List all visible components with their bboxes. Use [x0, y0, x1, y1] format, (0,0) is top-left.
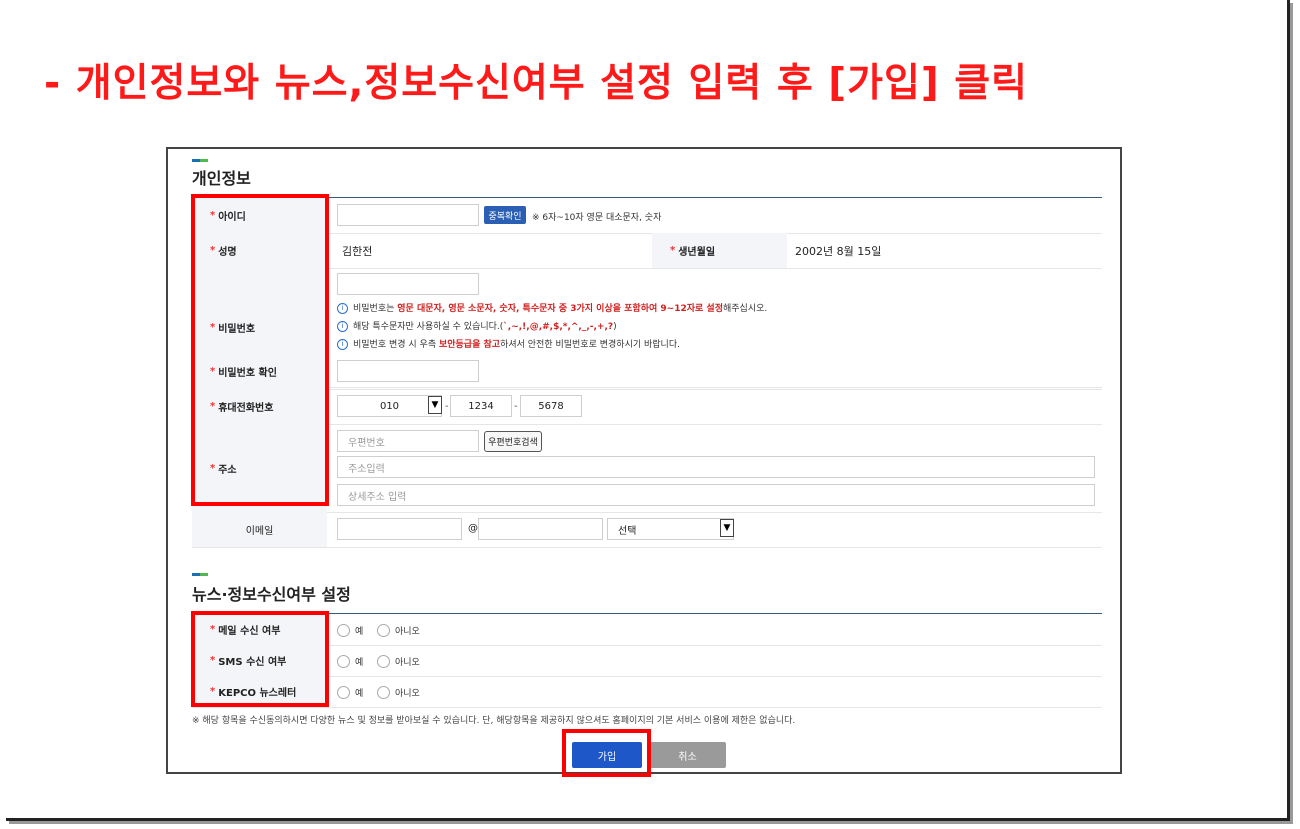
email-row: 이메일 @ 선택 ▼ — [192, 512, 1102, 548]
password-hint-3: i 비밀번호 변경 시 우측 보안등급을 참고하셔서 안전한 비밀번호로 변경하시… — [337, 337, 680, 350]
dash: - — [514, 401, 518, 412]
email-domain-input[interactable] — [478, 518, 603, 540]
newsletter-no-radio[interactable]: 아니오 — [377, 686, 420, 699]
section-marker — [192, 573, 208, 576]
highlight-news-settings-fields — [191, 611, 329, 707]
mail-no-radio[interactable]: 아니오 — [377, 624, 420, 637]
password-hint-2: i 해당 특수문자만 사용하실 수 있습니다.(`,~,!,@,#,$,*,^,_… — [337, 319, 617, 332]
zipcode-search-button[interactable]: 우편번호검색 — [484, 431, 542, 452]
newsletter-yes-radio[interactable]: 예 — [337, 686, 363, 699]
section-marker — [192, 159, 208, 162]
phone-prefix-select[interactable]: 010 — [337, 395, 442, 417]
info-icon: i — [337, 321, 348, 332]
address-detail-input[interactable]: 상세주소 입력 — [337, 484, 1095, 506]
info-icon: i — [337, 303, 348, 314]
email-label: 이메일 — [192, 512, 327, 547]
phone-last-input[interactable]: 5678 — [520, 395, 582, 417]
password-hint-1: i 비밀번호는 영문 대문자, 영문 소문자, 숫자, 특수문자 중 3가지 이상… — [337, 301, 767, 314]
consent-note: ※ 해당 항목을 수신동의하시면 다양한 뉴스 및 정보를 받아보실 수 있습니… — [192, 716, 796, 726]
cancel-button[interactable]: 취소 — [649, 742, 726, 768]
duplicate-check-button[interactable]: 중복확인 — [484, 206, 526, 224]
birth-value: 2002년 8월 15일 — [795, 245, 882, 258]
birth-label: * 생년월일 — [652, 233, 787, 268]
chevron-down-icon[interactable]: ▼ — [428, 396, 442, 414]
mail-yes-radio[interactable]: 예 — [337, 624, 363, 637]
phone-middle-input[interactable]: 1234 — [450, 395, 512, 417]
name-value: 김한전 — [342, 245, 373, 258]
password-input[interactable] — [337, 273, 479, 295]
instruction-headline: - 개인정보와 뉴스,정보수신여부 설정 입력 후 [가입] 클릭 — [44, 61, 1029, 106]
zipcode-input[interactable]: 우편번호 — [337, 430, 479, 452]
password-confirm-input[interactable] — [337, 360, 479, 382]
highlight-join-button — [562, 729, 651, 777]
news-settings-title: 뉴스·정보수신여부 설정 — [192, 585, 351, 604]
at-sign: @ — [468, 523, 478, 534]
email-domain-select[interactable]: 선택 — [607, 518, 734, 540]
sms-no-radio[interactable]: 아니오 — [377, 655, 420, 668]
personal-info-title: 개인정보 — [192, 169, 251, 188]
id-input[interactable] — [337, 204, 479, 226]
info-icon: i — [337, 339, 348, 350]
id-hint: ※ 6자~10자 영문 대소문자, 숫자 — [532, 213, 662, 223]
email-id-input[interactable] — [337, 518, 462, 540]
chevron-down-icon[interactable]: ▼ — [720, 519, 734, 537]
sms-yes-radio[interactable]: 예 — [337, 655, 363, 668]
highlight-personal-required-fields — [191, 194, 329, 506]
dash: - — [445, 401, 449, 412]
address-input[interactable]: 주소입력 — [337, 456, 1095, 478]
